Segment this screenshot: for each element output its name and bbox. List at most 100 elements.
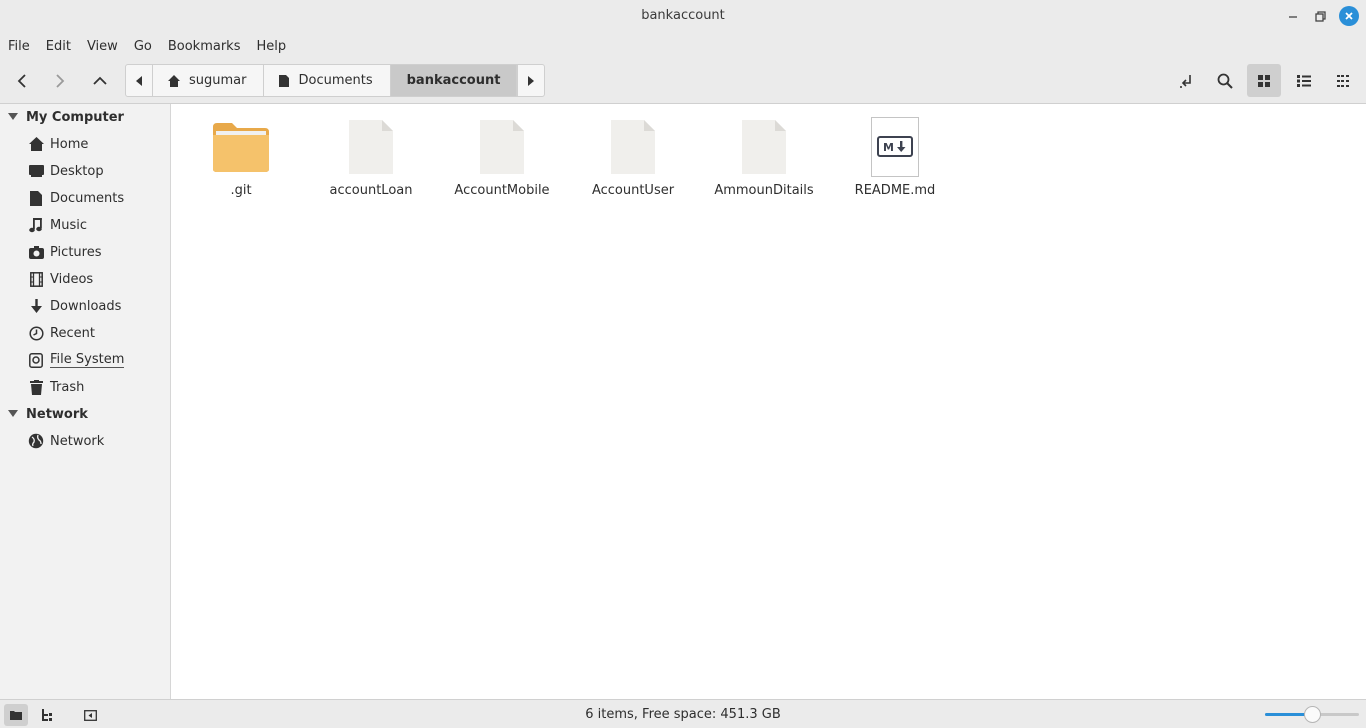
menu-bar: File Edit View Go Bookmarks Help bbox=[0, 33, 1366, 59]
up-arrow-icon bbox=[93, 76, 107, 85]
compact-list-icon bbox=[1337, 74, 1349, 87]
sidebar: My Computer Home Desktop Documents Music… bbox=[0, 104, 171, 699]
window-title: bankaccount bbox=[641, 8, 725, 23]
trash-icon bbox=[28, 379, 44, 395]
icon-view-button[interactable] bbox=[1247, 64, 1281, 97]
breadcrumb-bankaccount[interactable]: bankaccount bbox=[390, 65, 518, 96]
triangle-right-icon bbox=[528, 75, 535, 86]
location-toggle-button[interactable] bbox=[1169, 64, 1203, 97]
section-label: My Computer bbox=[26, 109, 124, 125]
expander-down-icon bbox=[0, 410, 26, 418]
file-view: .git accountLoan AccountMobile AccountUs… bbox=[171, 104, 1366, 699]
desktop-icon bbox=[28, 163, 44, 179]
grid-icon bbox=[1258, 74, 1270, 87]
back-arrow-icon bbox=[17, 73, 26, 88]
sidebar-item-network[interactable]: Network bbox=[28, 429, 104, 453]
blank-file-icon bbox=[734, 116, 794, 178]
file-name: accountLoan bbox=[329, 183, 413, 198]
sidebar-item-label: Pictures bbox=[50, 244, 102, 260]
sidebar-item-documents[interactable]: Documents bbox=[28, 186, 124, 210]
menu-help[interactable]: Help bbox=[248, 39, 294, 54]
document-icon bbox=[279, 74, 290, 87]
breadcrumb-label: Documents bbox=[298, 73, 373, 88]
file-item[interactable]: .git bbox=[176, 116, 306, 198]
breadcrumb-label: bankaccount bbox=[406, 73, 501, 88]
compact-view-button[interactable] bbox=[1326, 64, 1360, 97]
sidebar-item-desktop[interactable]: Desktop bbox=[28, 159, 104, 183]
search-icon bbox=[1217, 73, 1233, 89]
file-item[interactable]: AmmounDitails bbox=[699, 116, 829, 198]
camera-icon bbox=[28, 244, 44, 260]
minimize-button[interactable] bbox=[1283, 6, 1303, 26]
breadcrumb-scroll-right[interactable] bbox=[517, 65, 544, 96]
close-icon bbox=[1345, 12, 1353, 20]
toolbar: sugumar Documents bankaccount bbox=[0, 59, 1366, 104]
sidebar-item-file-system[interactable]: File System bbox=[28, 348, 125, 372]
file-name: AccountUser bbox=[591, 183, 675, 198]
forward-button[interactable] bbox=[43, 64, 77, 97]
sidebar-item-trash[interactable]: Trash bbox=[28, 375, 84, 399]
breadcrumb-label: sugumar bbox=[189, 73, 247, 88]
restore-icon bbox=[1314, 10, 1326, 22]
title-bar: bankaccount bbox=[0, 0, 1366, 33]
triangle-left-icon bbox=[136, 75, 142, 86]
file-item[interactable]: AccountMobile bbox=[437, 116, 567, 198]
sidebar-item-label: File System bbox=[50, 352, 125, 368]
file-item[interactable]: M README.md bbox=[830, 116, 960, 198]
download-icon bbox=[28, 298, 44, 314]
file-name: README.md bbox=[854, 183, 936, 198]
minimize-icon bbox=[1289, 16, 1297, 18]
home-icon bbox=[168, 74, 180, 87]
sidebar-item-recent[interactable]: Recent bbox=[28, 321, 95, 345]
blank-file-icon bbox=[603, 116, 663, 178]
breadcrumb: sugumar Documents bankaccount bbox=[125, 64, 546, 97]
sidebar-item-home[interactable]: Home bbox=[28, 132, 88, 156]
zoom-slider[interactable] bbox=[1265, 706, 1359, 723]
file-name: AccountMobile bbox=[454, 183, 550, 198]
sidebar-item-pictures[interactable]: Pictures bbox=[28, 240, 101, 264]
breadcrumb-documents[interactable]: Documents bbox=[264, 65, 391, 96]
section-label: Network bbox=[26, 406, 88, 422]
sidebar-item-label: Music bbox=[50, 217, 87, 233]
sidebar-section-my-computer[interactable]: My Computer bbox=[0, 105, 124, 129]
sidebar-item-label: Documents bbox=[50, 190, 125, 206]
close-button[interactable] bbox=[1339, 6, 1359, 26]
file-item[interactable]: AccountUser bbox=[568, 116, 698, 198]
menu-edit[interactable]: Edit bbox=[38, 39, 79, 54]
film-icon bbox=[28, 271, 44, 287]
folder-icon bbox=[211, 116, 271, 178]
sidebar-item-label: Downloads bbox=[50, 298, 122, 314]
sidebar-item-label: Videos bbox=[50, 271, 94, 287]
up-button[interactable] bbox=[83, 64, 117, 97]
breadcrumb-scroll-left[interactable] bbox=[126, 65, 153, 96]
blank-file-icon bbox=[341, 116, 401, 178]
svg-text:M: M bbox=[883, 141, 894, 154]
back-button[interactable] bbox=[5, 64, 39, 97]
file-item[interactable]: accountLoan bbox=[306, 116, 436, 198]
menu-view[interactable]: View bbox=[79, 39, 126, 54]
search-button[interactable] bbox=[1208, 64, 1242, 97]
sidebar-item-downloads[interactable]: Downloads bbox=[28, 294, 121, 318]
sidebar-item-music[interactable]: Music bbox=[28, 213, 87, 237]
sidebar-item-videos[interactable]: Videos bbox=[28, 267, 93, 291]
maximize-button[interactable] bbox=[1310, 6, 1330, 26]
sidebar-section-network[interactable]: Network bbox=[0, 402, 88, 426]
menu-bookmarks[interactable]: Bookmarks bbox=[160, 39, 249, 54]
sidebar-item-label: Home bbox=[50, 136, 89, 152]
file-name: AmmounDitails bbox=[714, 183, 814, 198]
menu-file[interactable]: File bbox=[0, 39, 38, 54]
music-icon bbox=[28, 217, 44, 233]
forward-arrow-icon bbox=[56, 73, 65, 88]
breadcrumb-home[interactable]: sugumar bbox=[153, 65, 265, 96]
file-name: .git bbox=[230, 183, 252, 198]
sidebar-item-label: Trash bbox=[50, 379, 85, 395]
home-icon bbox=[28, 136, 44, 152]
location-entry-icon bbox=[1180, 74, 1191, 88]
globe-icon bbox=[28, 433, 44, 449]
menu-go[interactable]: Go bbox=[126, 39, 160, 54]
list-view-button[interactable] bbox=[1287, 64, 1321, 97]
document-icon bbox=[28, 190, 44, 206]
sidebar-item-label: Desktop bbox=[50, 163, 104, 179]
markdown-file-icon: M bbox=[865, 116, 925, 178]
zoom-slider-handle[interactable] bbox=[1303, 706, 1321, 723]
